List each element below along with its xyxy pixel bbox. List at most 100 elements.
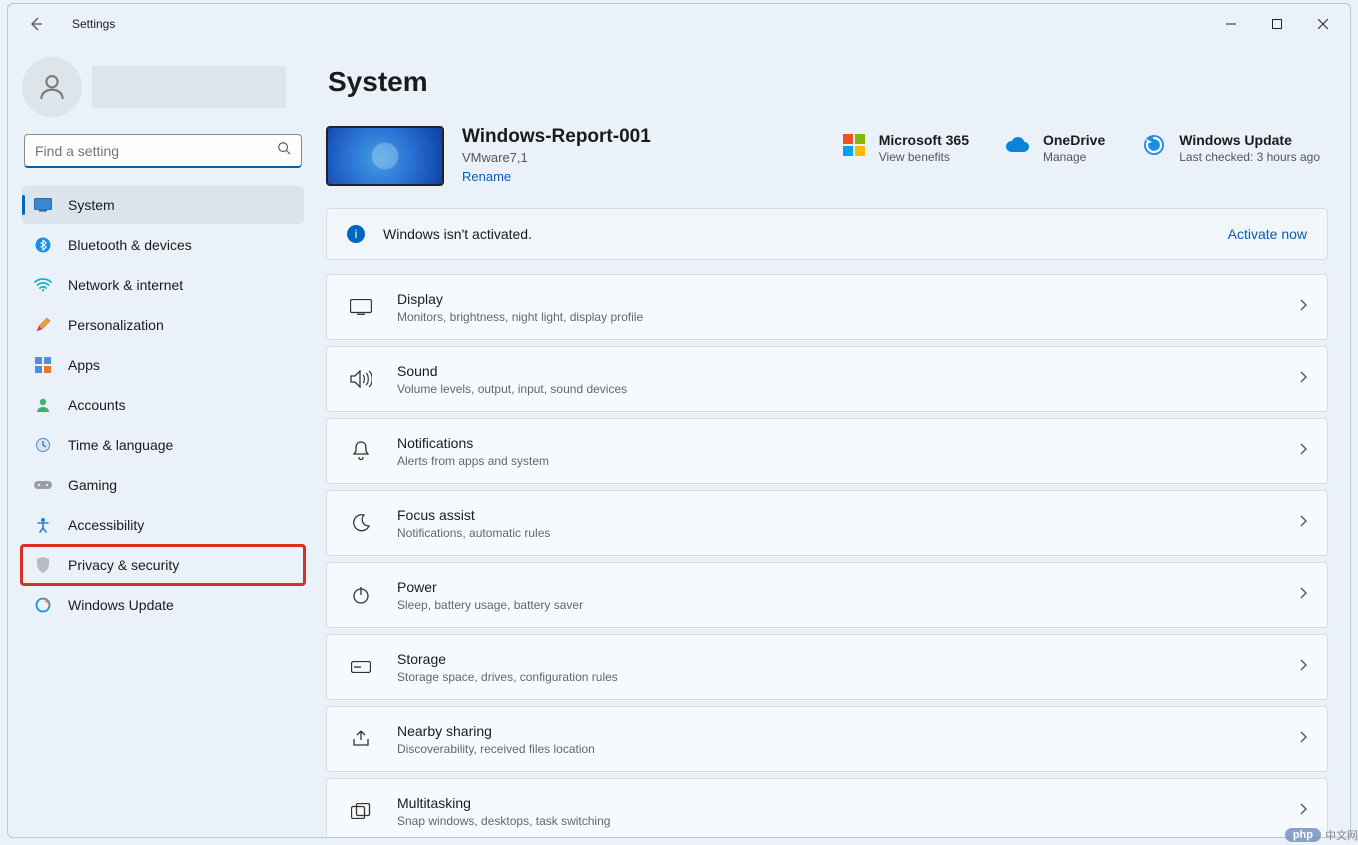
chevron-right-icon [1299, 802, 1307, 820]
card-text: StorageStorage space, drives, configurat… [397, 651, 618, 684]
nav-gaming[interactable]: Gaming [22, 466, 304, 504]
close-button[interactable] [1300, 8, 1346, 40]
nav-network[interactable]: Network & internet [22, 266, 304, 304]
activate-now-link[interactable]: Activate now [1228, 226, 1307, 242]
quick-subtitle: Manage [1043, 150, 1105, 164]
device-info: Windows-Report-001 VMware7,1 Rename [462, 126, 651, 184]
card-display[interactable]: Display Monitors, brightness, night light… [326, 274, 1328, 340]
device-row: Windows-Report-001 VMware7,1 Rename Micr… [326, 126, 1328, 186]
quick-text: Microsoft 365 View benefits [879, 132, 969, 164]
chevron-right-icon [1299, 514, 1307, 532]
nav-personalization[interactable]: Personalization [22, 306, 304, 344]
card-power[interactable]: PowerSleep, battery usage, battery saver [326, 562, 1328, 628]
clock-globe-icon [34, 436, 52, 454]
quick-windows-update[interactable]: Windows Update Last checked: 3 hours ago [1141, 132, 1320, 164]
maximize-button[interactable] [1254, 8, 1300, 40]
quick-links: Microsoft 365 View benefits OneDrive Man… [841, 126, 1328, 164]
chevron-right-icon [1299, 658, 1307, 676]
card-title: Multitasking [397, 795, 610, 811]
card-nearby-sharing[interactable]: Nearby sharingDiscoverability, received … [326, 706, 1328, 772]
card-title: Power [397, 579, 583, 595]
rename-link[interactable]: Rename [462, 169, 651, 184]
minimize-icon [1226, 19, 1236, 29]
accessibility-icon [34, 516, 52, 534]
card-subtitle: Notifications, automatic rules [397, 526, 550, 540]
search-box[interactable] [24, 134, 302, 168]
wifi-icon [34, 276, 52, 294]
card-text: Focus assist Notifications, automatic rul… [397, 507, 550, 540]
nav-system[interactable]: System [22, 186, 304, 224]
app-title: Settings [72, 17, 115, 31]
search-input[interactable] [35, 143, 277, 159]
share-icon [347, 730, 375, 748]
card-subtitle: Alerts from apps and system [397, 454, 549, 468]
device-name: Windows-Report-001 [462, 126, 651, 148]
content: System Bluetooth & devices Network & int… [8, 44, 1350, 837]
card-text: Display Monitors, brightness, night light… [397, 291, 643, 324]
nav-privacy-security[interactable]: Privacy & security [22, 546, 304, 584]
card-text: PowerSleep, battery usage, battery saver [397, 579, 583, 612]
profile-block[interactable] [22, 54, 304, 120]
info-icon: i [347, 225, 365, 243]
bell-icon [347, 441, 375, 461]
profile-name-placeholder [92, 66, 286, 108]
main-scroll[interactable]: Windows-Report-001 VMware7,1 Rename Micr… [326, 126, 1338, 837]
nav-label: Time & language [68, 437, 173, 453]
quick-subtitle: View benefits [879, 150, 969, 164]
card-title: Focus assist [397, 507, 550, 523]
device-model: VMware7,1 [462, 150, 651, 165]
update-icon [34, 596, 52, 614]
card-subtitle: Snap windows, desktops, task switching [397, 814, 610, 828]
multitasking-icon [347, 803, 375, 819]
banner-message: Windows isn't activated. [383, 226, 1228, 242]
settings-window: Settings [7, 3, 1351, 838]
card-text: Sound Volume levels, output, input, sound… [397, 363, 627, 396]
card-subtitle: Storage space, drives, configuration rul… [397, 670, 618, 684]
back-button[interactable] [24, 12, 48, 36]
close-icon [1318, 19, 1328, 29]
quick-ms365[interactable]: Microsoft 365 View benefits [841, 132, 969, 164]
chevron-right-icon [1299, 370, 1307, 388]
nav-apps[interactable]: Apps [22, 346, 304, 384]
avatar [22, 57, 82, 117]
sidebar: System Bluetooth & devices Network & int… [8, 44, 318, 837]
card-text: Nearby sharingDiscoverability, received … [397, 723, 595, 756]
card-subtitle: Volume levels, output, input, sound devi… [397, 382, 627, 396]
window-controls [1208, 8, 1346, 40]
back-arrow-icon [28, 16, 44, 32]
storage-icon [347, 661, 375, 673]
page-heading: System [328, 66, 1338, 98]
main: System Windows-Report-001 VMware7,1 Rena… [318, 44, 1350, 837]
card-subtitle: Discoverability, received files location [397, 742, 595, 756]
nav-accessibility[interactable]: Accessibility [22, 506, 304, 544]
quick-text: OneDrive Manage [1043, 132, 1105, 164]
card-notifications[interactable]: NotificationsAlerts from apps and system [326, 418, 1328, 484]
accounts-icon [34, 396, 52, 414]
card-sound[interactable]: Sound Volume levels, output, input, sound… [326, 346, 1328, 412]
nav-windows-update[interactable]: Windows Update [22, 586, 304, 624]
quick-onedrive[interactable]: OneDrive Manage [1005, 132, 1105, 164]
shield-icon [34, 556, 52, 574]
quick-subtitle: Last checked: 3 hours ago [1179, 150, 1320, 164]
nav-label: Apps [68, 357, 100, 373]
device-thumbnail[interactable] [326, 126, 444, 186]
nav-label: Privacy & security [68, 557, 179, 573]
windows-update-icon [1141, 132, 1167, 158]
card-title: Display [397, 291, 643, 307]
card-storage[interactable]: StorageStorage space, drives, configurat… [326, 634, 1328, 700]
apps-icon [34, 356, 52, 374]
moon-icon [347, 514, 375, 532]
card-multitasking[interactable]: Multitasking Snap windows, desktops, task… [326, 778, 1328, 837]
nav-bluetooth[interactable]: Bluetooth & devices [22, 226, 304, 264]
chevron-right-icon [1299, 298, 1307, 316]
card-focus-assist[interactable]: Focus assist Notifications, automatic rul… [326, 490, 1328, 556]
chevron-right-icon [1299, 586, 1307, 604]
nav-time-language[interactable]: Time & language [22, 426, 304, 464]
nav-accounts[interactable]: Accounts [22, 386, 304, 424]
power-icon [347, 586, 375, 604]
card-subtitle: Monitors, brightness, night light, displ… [397, 310, 643, 324]
search-icon [277, 141, 291, 160]
minimize-button[interactable] [1208, 8, 1254, 40]
bluetooth-icon [34, 236, 52, 254]
card-title: Sound [397, 363, 627, 379]
